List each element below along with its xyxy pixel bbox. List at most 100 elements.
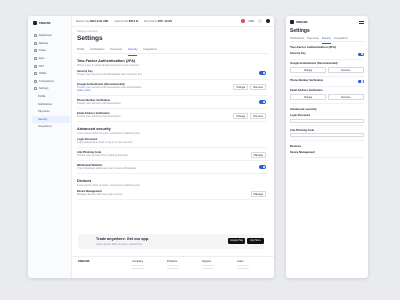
setting-desc: Login password is used to log in to your… [77, 141, 134, 144]
settings-main: Settings / Security Settings Profile Noti… [77, 30, 268, 200]
remove-button[interactable]: Remove [250, 84, 266, 91]
banner-title: Trade anywhere. Get our app. [96, 237, 150, 241]
mobile-header: FINBANK [290, 20, 364, 24]
change-button[interactable]: Change [233, 84, 249, 91]
topbar: Market Cap $901.13 B USD Volume 24h $55.… [72, 16, 274, 27]
sidebar-item[interactable]: Earn [32, 55, 70, 63]
currency-select[interactable]: USD [249, 20, 254, 23]
tab-payments[interactable]: Payments [111, 48, 123, 53]
google-play-button[interactable]: Google Play [228, 238, 245, 244]
nav-icon [34, 57, 37, 61]
sidebar-item-label: Transactions [39, 79, 54, 83]
toggle-switch[interactable] [259, 100, 266, 104]
sidebar-item[interactable]: Dashboard [32, 32, 70, 40]
mobile-tab-payments[interactable]: Payments [307, 37, 319, 41]
footer: FINBANK Company Products Support Learn [72, 256, 274, 278]
sidebar-item[interactable]: Wallet [32, 70, 70, 78]
menu-icon[interactable] [359, 20, 364, 24]
footer-col-learn: Learn [237, 260, 249, 270]
sidebar-item[interactable]: NFT [32, 62, 70, 70]
sidebar-item-label: Dashboard [39, 34, 52, 38]
app-banner: Trade anywhere. Get our app. Lorem ipsum… [78, 234, 264, 249]
mobile-tab-security[interactable]: Security [321, 37, 332, 44]
nav-icon [34, 34, 37, 38]
mobile-twofa-list: Security Key Google Authenticator (Recomm… [290, 50, 364, 104]
nav-icon [34, 64, 37, 68]
setting-row: Phone Number Verification Protect your ac… [77, 96, 268, 109]
tab-security[interactable]: Security [128, 48, 138, 56]
sidebar-item-label: Payments [38, 110, 50, 114]
mobile-setting-row: Phone Number Verification [290, 77, 364, 87]
manage-button[interactable]: Manage [250, 191, 266, 198]
theme-toggle-icon[interactable] [258, 19, 262, 23]
sidebar-item[interactable]: Notifications [32, 100, 70, 108]
sidebar-item[interactable]: Integrations [32, 123, 70, 131]
setting-desc: Manage devices that have login access. [77, 193, 123, 196]
stat-volume: Volume 24h $55.3 B [114, 19, 138, 23]
footer-col-support: Support [202, 260, 214, 270]
sidebar: FINBANK Dashboard Markets Trade Earn NFT Wall… [28, 16, 72, 278]
text-field[interactable] [290, 133, 364, 138]
nav-icon [34, 41, 37, 45]
mobile-setting-row: Google Authenticator (Recommended) Change… [290, 60, 364, 77]
mobile-setting-title: Security Key [290, 52, 306, 56]
mobile-tab-notifications[interactable]: Notifications [290, 37, 304, 41]
devices-list: Device Management Manage devices that hav… [77, 187, 268, 200]
sidebar-item[interactable]: Transactions [32, 78, 70, 86]
nav-icon [34, 49, 37, 53]
stat-dominance: Dominance BTC: 42.3% [143, 19, 172, 23]
remove-button[interactable]: Remove [328, 67, 364, 74]
sidebar-item-label: Settings [39, 87, 49, 91]
setting-row: Security Key Protect your account and wit… [77, 67, 268, 80]
sidebar-nav: Dashboard Markets Trade Earn NFT Wallet Transa… [32, 32, 70, 131]
setting-desc: Only whitelisted addresses can receive w… [77, 167, 137, 170]
setting-desc: Protect your account and transactions. [77, 102, 122, 105]
sidebar-item[interactable]: Trade [32, 47, 70, 55]
sidebar-item[interactable]: Profile [32, 93, 70, 101]
mobile-setting-title: Anti-Phishing Code [290, 128, 315, 132]
toggle-switch[interactable] [259, 71, 266, 75]
avatar[interactable] [266, 19, 270, 23]
twofa-list: Security Key Protect your account and wit… [77, 67, 268, 122]
tab-integrations[interactable]: Integrations [143, 48, 157, 53]
remove-button[interactable]: Remove [328, 94, 364, 101]
toggle-switch[interactable] [358, 79, 364, 84]
footer-col-products: Products [167, 260, 179, 270]
brand[interactable]: FINBANK [33, 21, 51, 25]
text-field[interactable] [290, 118, 364, 123]
setting-row: Google Authenticator (Recommended) Protec… [77, 80, 268, 96]
remove-button[interactable]: Remove [250, 113, 266, 120]
mobile-setting-title: Device Management [290, 150, 315, 154]
app-store-button[interactable]: App Store [247, 238, 264, 244]
mobile-setting-row: Anti-Phishing Code [290, 126, 364, 141]
notification-icon[interactable] [240, 19, 245, 23]
change-button[interactable]: Change [290, 67, 326, 74]
mobile-body: Settings Notifications Payments Security In… [290, 28, 364, 159]
setting-row: Email Address Verification Protect your a… [77, 109, 268, 122]
sidebar-item-label: Markets [39, 41, 49, 45]
toggle-switch[interactable] [358, 52, 364, 56]
nav-icon [34, 72, 37, 76]
mobile-tab-integrations[interactable]: Integrations [334, 37, 348, 41]
sidebar-item[interactable]: Settings [32, 85, 70, 93]
footer-col-company: Company [132, 260, 144, 270]
button-group: Change Remove [290, 94, 364, 101]
tab-profile[interactable]: Profile [77, 48, 84, 53]
mobile-setting-row: Email Address Verification Change Remove [290, 87, 364, 104]
mobile-setting-title: Email Address Verification [290, 89, 323, 93]
mobile-setting-title: Login Password [290, 114, 311, 118]
mobile-advanced-list: Login Password Anti-Phishing Code [290, 112, 364, 141]
change-button[interactable]: Change [233, 113, 249, 120]
sidebar-item[interactable]: Security [32, 115, 70, 124]
sidebar-item[interactable]: Markets [32, 40, 70, 48]
sidebar-item[interactable]: Payments [32, 108, 70, 116]
tab-notifications[interactable]: Notifications [90, 48, 104, 53]
manage-button[interactable]: Manage [250, 152, 266, 159]
setting-row: Withdrawal Whitelist Only whitelisted add… [77, 161, 268, 174]
setting-desc: Protect your account and withdrawals wit… [77, 73, 143, 76]
toggle-switch[interactable] [259, 165, 266, 169]
logo-icon [33, 21, 37, 25]
button-group: Manage [250, 191, 266, 198]
change-button[interactable]: Change [290, 94, 326, 101]
desktop-frame: FINBANK Dashboard Markets Trade Earn NFT Wall… [28, 16, 274, 278]
